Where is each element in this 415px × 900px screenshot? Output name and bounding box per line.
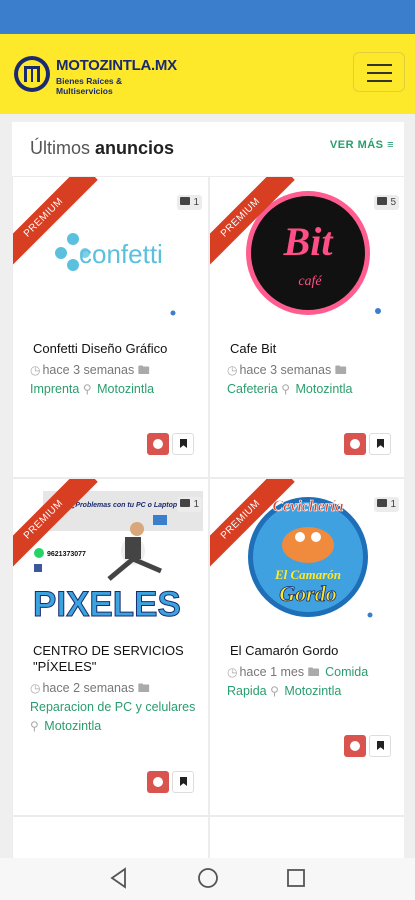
photo-count-badge: 5 xyxy=(373,195,399,210)
list-icon: ≡ xyxy=(387,139,394,151)
listing-card-partial[interactable] xyxy=(209,816,404,862)
location-icon: ⚲ xyxy=(30,719,39,733)
logo-emblem-icon xyxy=(14,56,50,92)
listing-image[interactable]: Bit café PREMIUM 5 xyxy=(210,177,404,327)
home-icon[interactable] xyxy=(196,866,220,890)
category-link[interactable]: Cafeteria xyxy=(227,382,278,396)
photo-count-badge: 1 xyxy=(176,195,202,210)
location-link[interactable]: Motozintla xyxy=(296,382,353,396)
bookmark-button[interactable] xyxy=(369,433,391,455)
favorite-button[interactable] xyxy=(344,735,366,757)
bookmark-button[interactable] xyxy=(172,433,194,455)
listing-meta: ◷ hace 2 semanas 🖿 Reparacion de PC y cel… xyxy=(30,681,196,733)
svg-text:café: café xyxy=(298,274,322,289)
folder-icon: 🖿 xyxy=(137,681,150,695)
listing-meta: ◷ hace 3 semanas 🖿 Imprenta ⚲ Motozintla xyxy=(30,363,155,396)
folder-icon: 🖿 xyxy=(307,665,320,679)
camera-icon xyxy=(376,499,387,507)
photo-count-badge: 1 xyxy=(176,497,202,512)
favorite-button[interactable] xyxy=(147,771,169,793)
location-icon: ⚲ xyxy=(270,684,279,698)
category-link[interactable]: Comida xyxy=(325,665,368,679)
system-navigation-bar xyxy=(0,858,415,900)
listing-card-camaron-gordo[interactable]: Cevichería El Camarón Gordo PREMIUM 1 El… xyxy=(209,478,404,816)
location-icon: ⚲ xyxy=(281,382,291,396)
site-logo[interactable]: MOTOZINTLA.MX Bienes Raíces & Multiservi… xyxy=(12,52,177,96)
bookmark-button[interactable] xyxy=(369,735,391,757)
listing-image[interactable]: ¿Problemas con tu PC o Laptop? 962137307… xyxy=(13,479,208,629)
listing-title[interactable]: Cafe Bit xyxy=(230,341,276,357)
folder-icon: 🖿 xyxy=(137,363,150,377)
bookmark-button[interactable] xyxy=(172,771,194,793)
cafe-bit-logo-text: Bit xyxy=(283,219,335,264)
favorite-button[interactable] xyxy=(147,433,169,455)
listing-title[interactable]: CENTRO DE SERVICIOS "PÍXELES" xyxy=(33,643,184,675)
listing-meta: ◷ hace 3 semanas 🖿 Cafeteria ⚲ Motozintla xyxy=(227,363,353,396)
listing-image[interactable]: Cevichería El Camarón Gordo PREMIUM 1 xyxy=(210,479,404,629)
listing-card-pixeles[interactable]: ¿Problemas con tu PC o Laptop? 962137307… xyxy=(12,478,209,816)
location-icon: ⚲ xyxy=(82,382,92,396)
location-link[interactable]: Motozintla xyxy=(97,382,154,396)
menu-button[interactable] xyxy=(353,52,405,92)
recents-icon[interactable] xyxy=(285,866,307,890)
pixeles-logo-text: PIXELES xyxy=(33,585,181,624)
clock-icon: ◷ xyxy=(30,681,41,695)
category-link[interactable]: Imprenta xyxy=(30,382,79,396)
svg-text:¿Problemas con tu PC o Laptop?: ¿Problemas con tu PC o Laptop? xyxy=(71,502,182,509)
status-bar xyxy=(0,0,415,34)
camaron-logo-text: Gordo xyxy=(279,581,336,606)
location-link[interactable]: Motozintla xyxy=(284,684,341,698)
listing-title[interactable]: El Camarón Gordo xyxy=(230,643,338,659)
folder-icon: 🖿 xyxy=(334,363,347,377)
section-title: Últimos anuncios xyxy=(30,138,175,158)
svg-text:9621373077: 9621373077 xyxy=(47,551,86,558)
camera-icon xyxy=(179,197,190,205)
favorite-button[interactable] xyxy=(344,433,366,455)
svg-text:El Camarón: El Camarón xyxy=(274,567,341,582)
listing-meta: ◷ hace 1 mes 🖿 Comida Rapida ⚲ Motozintla xyxy=(227,665,369,698)
confetti-logo-text: confetti xyxy=(79,239,163,269)
listings-section: Últimos anuncios VER MÁS ≡ confetti PREM… xyxy=(12,122,404,862)
listing-image[interactable]: confetti PREMIUM 1 xyxy=(13,177,208,327)
site-header: MOTOZINTLA.MX Bienes Raíces & Multiservi… xyxy=(0,34,415,114)
listing-card-cafe-bit[interactable]: Bit café PREMIUM 5 Cafe Bit ◷ hace 3 sema… xyxy=(209,176,404,478)
see-more-link[interactable]: VER MÁS ≡ xyxy=(330,139,394,151)
logo-title: MOTOZINTLA.MX xyxy=(56,57,177,74)
listing-card-confetti[interactable]: confetti PREMIUM 1 Confetti Diseño Gráfi… xyxy=(12,176,209,478)
listing-card-partial[interactable] xyxy=(12,816,209,862)
category-link[interactable]: Reparacion de PC y celulares xyxy=(30,700,195,714)
logo-subtitle: Bienes Raíces & Multiservicios xyxy=(56,76,123,96)
camera-icon xyxy=(376,197,387,205)
clock-icon: ◷ xyxy=(227,363,238,377)
clock-icon: ◷ xyxy=(227,665,238,679)
photo-count-badge: 1 xyxy=(373,497,399,512)
svg-text:Cevichería: Cevichería xyxy=(272,498,343,515)
hamburger-icon xyxy=(367,64,392,66)
location-link[interactable]: Motozintla xyxy=(44,719,101,733)
back-icon[interactable] xyxy=(108,866,130,890)
camera-icon xyxy=(179,499,190,507)
listing-title[interactable]: Confetti Diseño Gráfico xyxy=(33,341,167,357)
clock-icon: ◷ xyxy=(30,363,41,377)
